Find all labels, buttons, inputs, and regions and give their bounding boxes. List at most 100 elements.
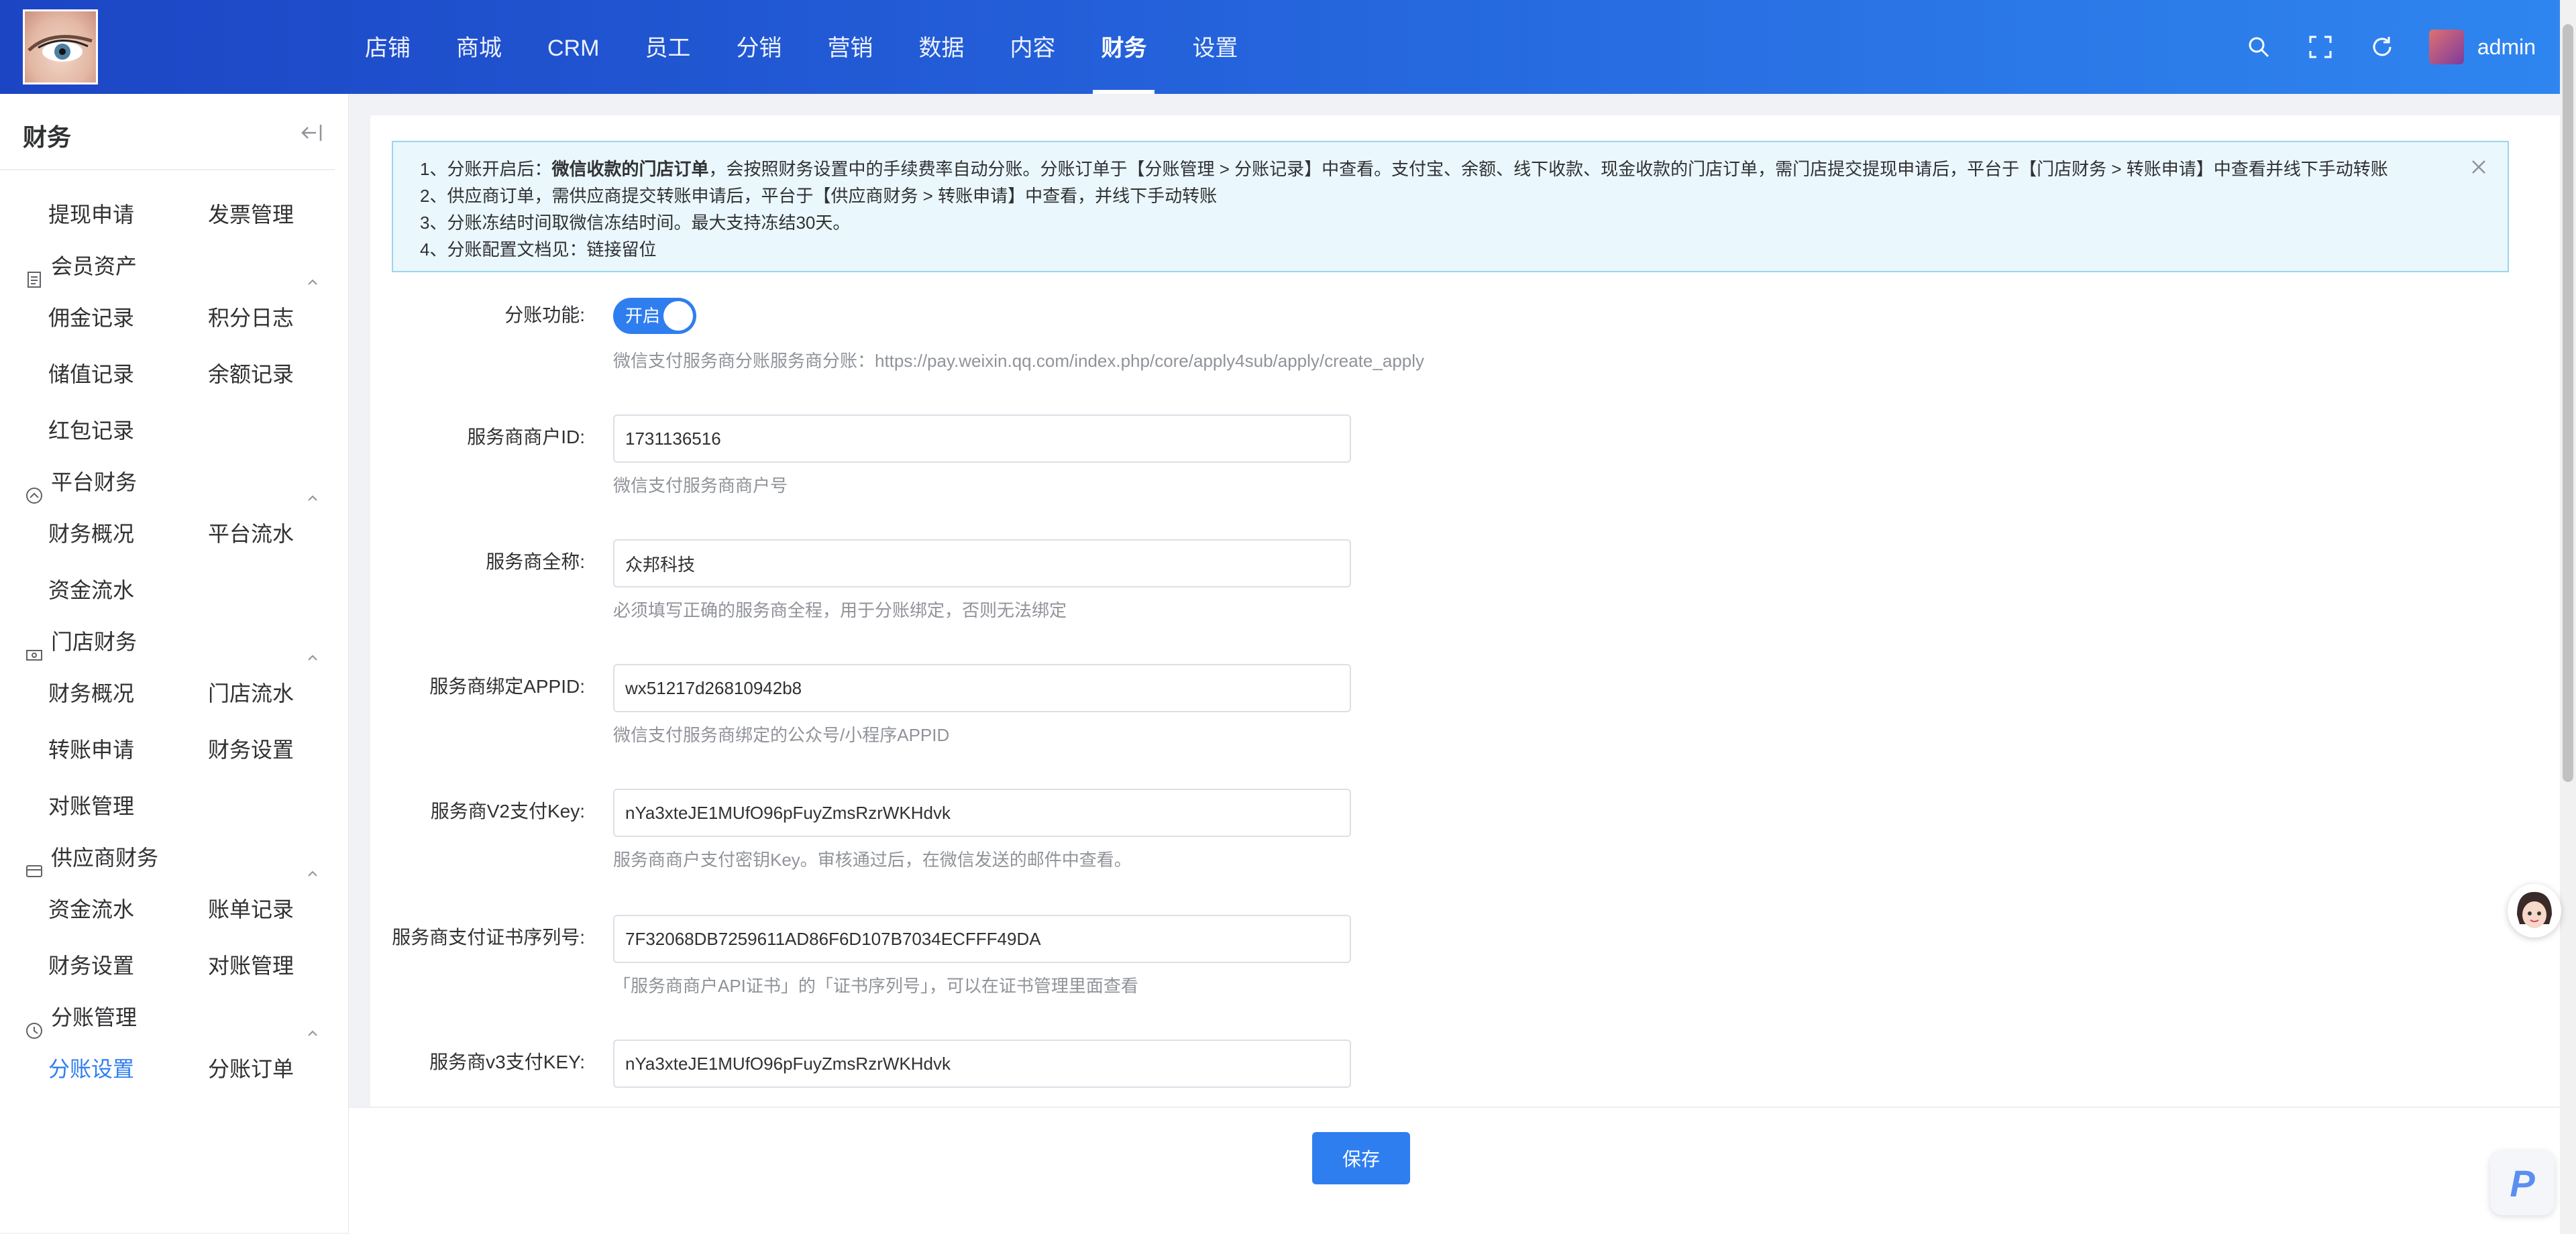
nav-item-distribution[interactable]: 分销: [713, 0, 804, 94]
sidebar-item-finance-overview[interactable]: 财务概况: [48, 506, 208, 562]
group-title-label: 会员资产: [51, 254, 138, 278]
sidebar-item-bill-records[interactable]: 账单记录: [208, 881, 368, 938]
close-icon[interactable]: [2469, 157, 2489, 177]
v2-key-input[interactable]: [613, 789, 1351, 837]
provider-name-help: 必须填写正确的服务商全程，用于分账绑定，否则无法绑定: [613, 600, 1067, 620]
sidebar-group-platform-finance[interactable]: 平台财务: [0, 459, 348, 506]
split-switch-help: 微信支付服务商分账服务商分账：https://pay.weixin.qq.com…: [613, 351, 1425, 371]
sidebar-group-store-finance[interactable]: 门店财务: [0, 618, 348, 665]
info-alert: 1、分账开启后：微信收款的门店订单，会按照财务设置中的手续费率自动分账。分账订单…: [392, 141, 2509, 272]
group-title-label: 供应商财务: [51, 846, 159, 870]
sidebar-item-transfer-apply[interactable]: 转账申请: [48, 722, 208, 778]
group-title-label: 门店财务: [51, 630, 138, 654]
save-button[interactable]: 保存: [1312, 1132, 1410, 1184]
cert-serial-help: 「服务商商户API证书」的「证书序列号」，可以在证书管理里面查看: [613, 976, 1138, 996]
v3-key-label: 服务商v3支付KEY:: [429, 1052, 585, 1072]
nav-item-data[interactable]: 数据: [896, 0, 987, 94]
search-icon[interactable]: [2244, 32, 2273, 62]
sidebar-top-items: 提现申请 发票管理: [0, 186, 348, 243]
sidebar-item-store-flow[interactable]: 门店流水: [208, 665, 368, 722]
nav-item-store[interactable]: 店铺: [342, 0, 433, 94]
sidebar-group-member-assets[interactable]: 会员资产: [0, 243, 348, 290]
nav-item-mall[interactable]: 商城: [433, 0, 525, 94]
nav-item-settings[interactable]: 设置: [1169, 0, 1260, 94]
appid-label: 服务商绑定APPID:: [429, 676, 585, 697]
avatar[interactable]: [2428, 30, 2464, 64]
sidebar-group-items: 佣金记录 积分日志 储值记录 余额记录 红包记录: [0, 290, 348, 459]
page-scrollbar[interactable]: [2560, 0, 2576, 1233]
platform-icon: [25, 473, 43, 504]
split-icon: [25, 1009, 43, 1039]
appid-input[interactable]: [613, 664, 1351, 712]
sidebar-item-split-orders[interactable]: 分账订单: [208, 1041, 368, 1097]
sidebar-item-supplier-reconciliation[interactable]: 对账管理: [208, 938, 368, 994]
sidebar-item-finance-settings[interactable]: 财务设置: [208, 722, 368, 778]
group-title-label: 平台财务: [51, 470, 138, 494]
scrollbar-thumb[interactable]: [2563, 24, 2573, 782]
sidebar-item-points-log[interactable]: 积分日志: [208, 290, 368, 346]
alert-line-3: 3、分账冻结时间取微信冻结时间。最大支持冻结30天。: [420, 213, 851, 233]
chevron-up-icon[interactable]: [305, 259, 320, 285]
sidebar-item-stored-value[interactable]: 储值记录: [48, 346, 208, 402]
sidebar: 财务 提现申请 发票管理 会员资产 佣金记录 积分日志 储值记录 余额记录 红包…: [0, 94, 349, 1233]
top-tools: admin: [2212, 0, 2536, 94]
sidebar-item-invoice[interactable]: 发票管理: [208, 186, 368, 243]
chevron-up-icon[interactable]: [305, 850, 320, 877]
logo[interactable]: [23, 9, 98, 85]
sidebar-item-withdraw[interactable]: 提现申请: [48, 186, 208, 243]
merchant-id-label: 服务商商户ID:: [467, 427, 585, 447]
sidebar-item-red-packet[interactable]: 红包记录: [48, 402, 208, 459]
refresh-icon[interactable]: [2367, 32, 2397, 62]
top-nav: 店铺 商城 CRM 员工 分销 营销 数据 内容 财务 设置: [342, 0, 1260, 94]
sidebar-item-commission[interactable]: 佣金记录: [48, 290, 208, 346]
nav-item-finance[interactable]: 财务: [1078, 0, 1169, 94]
top-bar: 店铺 商城 CRM 员工 分销 营销 数据 内容 财务 设置 admin: [0, 0, 2576, 94]
merchant-id-input[interactable]: [613, 414, 1351, 463]
sidebar-group-items: 分账设置 分账订单: [0, 1041, 348, 1097]
chevron-up-icon[interactable]: [305, 475, 320, 501]
main-content: 1、分账开启后：微信收款的门店订单，会按照财务设置中的手续费率自动分账。分账订单…: [370, 115, 2560, 1108]
cert-serial-label: 服务商支付证书序列号:: [392, 927, 585, 948]
alert-line-4: 4、分账配置文档见：链接留位: [420, 239, 657, 260]
sidebar-item-split-settings[interactable]: 分账设置: [48, 1041, 208, 1097]
assistant-p-icon[interactable]: P: [2490, 1151, 2555, 1215]
document-icon: [25, 258, 43, 288]
provider-name-label: 服务商全称:: [486, 551, 585, 572]
sidebar-group-items: 财务概况 平台流水 资金流水: [0, 506, 348, 618]
sidebar-group-items: 财务概况 门店流水 转账申请 财务设置 对账管理: [0, 665, 348, 834]
sidebar-header: 财务: [0, 94, 335, 170]
v2-key-help: 服务商商户支付密钥Key。审核通过后，在微信发送的邮件中查看。: [613, 850, 1132, 870]
collapse-sidebar-icon[interactable]: [300, 121, 324, 145]
chevron-up-icon[interactable]: [305, 634, 320, 661]
split-toggle[interactable]: 开启: [613, 298, 696, 334]
nav-item-staff[interactable]: 员工: [622, 0, 713, 94]
v2-key-label: 服务商V2支付Key:: [430, 801, 585, 822]
card-icon: [25, 849, 43, 877]
sidebar-item-fund-flow[interactable]: 资金流水: [48, 562, 208, 618]
user-name[interactable]: admin: [2477, 35, 2536, 60]
sidebar-group-items: 资金流水 账单记录 财务设置 对账管理: [0, 881, 348, 994]
sidebar-item-balance[interactable]: 余额记录: [208, 346, 368, 402]
v3-key-input[interactable]: [613, 1040, 1351, 1088]
merchant-id-help: 微信支付服务商商户号: [613, 475, 788, 496]
nav-item-marketing[interactable]: 营销: [804, 0, 896, 94]
fullscreen-icon[interactable]: [2306, 32, 2335, 62]
toggle-text: 开启: [625, 306, 661, 326]
sidebar-item-supplier-finance-settings[interactable]: 财务设置: [48, 938, 208, 994]
sidebar-title: 财务: [23, 123, 72, 151]
sidebar-item-store-overview[interactable]: 财务概况: [48, 665, 208, 722]
nav-item-content[interactable]: 内容: [987, 0, 1078, 94]
appid-help: 微信支付服务商绑定的公众号/小程序APPID: [613, 725, 950, 745]
customer-service-avatar-icon[interactable]: [2508, 884, 2561, 938]
sidebar-item-reconciliation[interactable]: 对账管理: [48, 778, 208, 834]
sidebar-item-supplier-fund-flow[interactable]: 资金流水: [48, 881, 208, 938]
form-footer: 保存: [349, 1107, 2560, 1234]
nav-item-crm[interactable]: CRM: [525, 0, 622, 94]
sidebar-group-split-management[interactable]: 分账管理: [0, 994, 348, 1041]
provider-name-input[interactable]: [613, 539, 1351, 587]
sidebar-item-platform-flow[interactable]: 平台流水: [208, 506, 368, 562]
chevron-up-icon[interactable]: [305, 1010, 320, 1036]
cash-icon: [25, 633, 43, 661]
cert-serial-input[interactable]: [613, 915, 1351, 963]
sidebar-group-supplier-finance[interactable]: 供应商财务: [0, 834, 348, 881]
